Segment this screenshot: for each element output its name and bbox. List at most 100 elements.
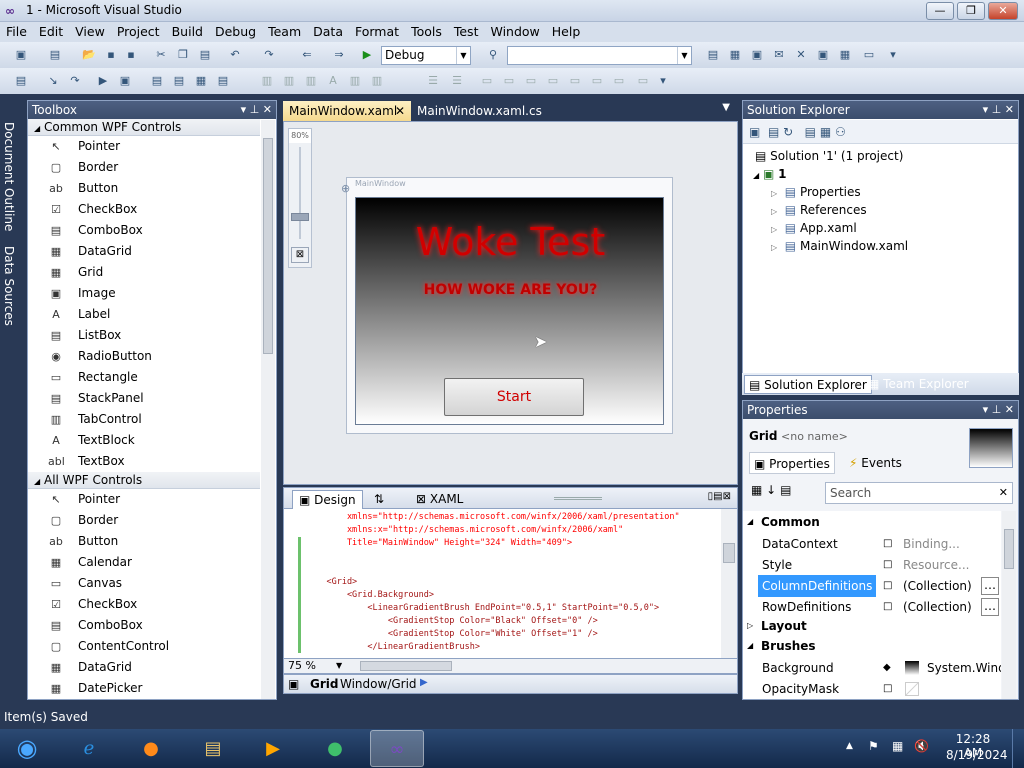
breadcrumb-path[interactable]: Window/Grid: [340, 677, 417, 691]
toolbox-item[interactable]: A Label: [28, 304, 260, 325]
action-center-flag-icon[interactable]: ⚑: [868, 739, 879, 753]
align-left-icon[interactable]: ▥: [258, 72, 276, 90]
property-category[interactable]: ◢ Common: [743, 513, 1001, 531]
ellipsis-button[interactable]: …: [981, 598, 999, 616]
bookmark-icon[interactable]: ▭: [478, 72, 496, 90]
menu-tools[interactable]: Tools: [405, 22, 448, 42]
toolbox-item[interactable]: ▭ Rectangle: [28, 367, 260, 388]
menu-data[interactable]: Data: [307, 22, 349, 42]
navigate-forward-icon[interactable]: ⇒: [330, 46, 348, 64]
menu-build[interactable]: Build: [166, 22, 209, 42]
properties-icon[interactable]: ▣: [749, 125, 760, 139]
pin-icon[interactable]: ⊥: [992, 103, 1002, 116]
align-center-icon[interactable]: ▥: [280, 72, 298, 90]
step-into-icon[interactable]: ↘: [44, 72, 62, 90]
breadcrumb-element[interactable]: Grid: [310, 677, 338, 691]
toolbox-item[interactable]: ab Button: [28, 178, 260, 199]
network-icon[interactable]: ▦: [892, 739, 903, 753]
chat-app-icon[interactable]: ●: [308, 730, 362, 767]
volume-muted-icon[interactable]: 🔇: [914, 739, 929, 753]
breadcrumb-arrow-icon[interactable]: ▶: [420, 677, 428, 688]
indent-icon[interactable]: ▦: [192, 72, 210, 90]
toolbox-item[interactable]: ▦ DataGrid: [28, 657, 260, 678]
property-marker-icon[interactable]: □: [883, 554, 892, 576]
property-row[interactable]: Style □ Resource...: [743, 554, 1001, 576]
new-project-icon[interactable]: ▣: [12, 46, 30, 64]
scrollbar-thumb[interactable]: [723, 543, 735, 563]
property-marker-icon[interactable]: ◆: [883, 657, 891, 679]
pin-icon[interactable]: ⊥: [250, 103, 260, 116]
navigate-backward-icon[interactable]: ⇐: [298, 46, 316, 64]
menu-format[interactable]: Format: [349, 22, 405, 42]
property-row[interactable]: ColumnDefinitions □ (Collection)…: [743, 575, 1001, 597]
project-node[interactable]: ◢ ▣ 1: [753, 165, 787, 185]
toolbox-item[interactable]: ☑ CheckBox: [28, 199, 260, 220]
property-search-input[interactable]: Search ✕: [825, 482, 1013, 504]
cut-icon[interactable]: ✂: [152, 46, 170, 64]
align-right-icon[interactable]: ▥: [302, 72, 320, 90]
menu-edit[interactable]: Edit: [33, 22, 69, 42]
xaml-editor[interactable]: xmlns="http://schemas.microsoft.com/winf…: [283, 509, 738, 658]
property-category[interactable]: ▷ Layout: [743, 617, 1001, 635]
property-marker-icon[interactable]: □: [883, 596, 892, 618]
refresh-icon[interactable]: ↻: [783, 125, 793, 139]
property-value[interactable]: Binding...: [903, 533, 960, 555]
file-explorer-icon[interactable]: ▤: [186, 730, 240, 767]
pin-icon[interactable]: ⊥: [992, 403, 1002, 416]
breakpoint-icon[interactable]: ▣: [116, 72, 134, 90]
collapse-pane-icon[interactable]: ⊠: [723, 491, 731, 502]
copy-icon[interactable]: ❐: [174, 46, 192, 64]
toolbox-group-header[interactable]: ◢ All WPF Controls: [28, 472, 260, 489]
dropdown-icon[interactable]: ▾: [983, 403, 989, 416]
toolbox-item[interactable]: ▤ ComboBox: [28, 615, 260, 636]
property-row[interactable]: OpacityMask □: [743, 678, 1001, 699]
undo-icon[interactable]: ↶: [226, 46, 244, 64]
view-designer-icon[interactable]: ▦: [820, 125, 831, 139]
toolbox-item[interactable]: A TextBlock: [28, 430, 260, 451]
text-size-icon[interactable]: A: [324, 72, 342, 90]
property-scrollbar[interactable]: [1002, 511, 1016, 699]
firefox-icon[interactable]: ●: [124, 730, 178, 767]
order-icon[interactable]: ☰: [424, 72, 442, 90]
tab-solution-explorer[interactable]: ▤ Solution Explorer: [744, 375, 872, 394]
property-value[interactable]: Resource...: [903, 554, 969, 576]
tab-mainwindow-xaml-cs[interactable]: MainWindow.xaml.cs: [411, 101, 548, 121]
uncomment-icon[interactable]: ▤: [170, 72, 188, 90]
send-back-icon[interactable]: ☰: [448, 72, 466, 90]
property-value[interactable]: System.Wind: [927, 657, 1001, 679]
tab-mainwindow-xaml[interactable]: MainWindow.xaml ✕: [283, 101, 411, 121]
solution-item[interactable]: ▷ ▤ References: [771, 201, 867, 221]
tab-events[interactable]: ⚡ Events: [845, 452, 906, 474]
property-value[interactable]: (Collection): [903, 575, 972, 597]
menu-help[interactable]: Help: [546, 22, 587, 42]
comment-icon[interactable]: ▤: [148, 72, 166, 90]
property-category[interactable]: ◢ Brushes: [743, 637, 1001, 655]
start-button[interactable]: Start: [444, 378, 584, 416]
bookmark-folder-icon[interactable]: ▭: [566, 72, 584, 90]
extension-icon[interactable]: ▣: [814, 46, 832, 64]
close-button[interactable]: ✕: [988, 2, 1018, 20]
close-icon[interactable]: ✕: [1005, 403, 1014, 416]
zoom-slider[interactable]: 80% ⊠: [288, 128, 312, 268]
xaml-hscroll-thumb[interactable]: [360, 661, 452, 671]
tab-overflow-icon[interactable]: ▼: [722, 102, 730, 113]
categorized-icon[interactable]: ▦: [751, 483, 762, 497]
property-value[interactable]: (Collection): [903, 596, 972, 618]
wpf-grid[interactable]: Woke Test HOW WOKE ARE YOU? Start ➤: [355, 197, 664, 425]
toolbox-scrollbar[interactable]: [261, 120, 275, 699]
data-sources-tab[interactable]: Data Sources: [2, 246, 16, 326]
fit-to-window-icon[interactable]: ⊠: [291, 247, 309, 263]
toolbox-item[interactable]: ◉ RadioButton: [28, 346, 260, 367]
toolbox-icon[interactable]: ✉: [770, 46, 788, 64]
property-row[interactable]: DataContext □ Binding...: [743, 533, 1001, 555]
toolbox-item[interactable]: ↖ Pointer: [28, 489, 260, 510]
toolbox-item[interactable]: abl TextBox: [28, 451, 260, 472]
visual-studio-taskbar-icon[interactable]: ∞: [370, 730, 424, 767]
property-marker-icon[interactable]: □: [883, 678, 892, 699]
splitter-grip[interactable]: [554, 497, 602, 500]
toolbox-item[interactable]: ▤ StackPanel: [28, 388, 260, 409]
property-row[interactable]: Background ◆ System.Wind: [743, 657, 1001, 679]
solution-node[interactable]: ▤ Solution '1' (1 project): [755, 147, 903, 165]
media-player-icon[interactable]: ▶: [246, 730, 300, 767]
clock-date[interactable]: 8/19/2024: [946, 748, 1008, 762]
